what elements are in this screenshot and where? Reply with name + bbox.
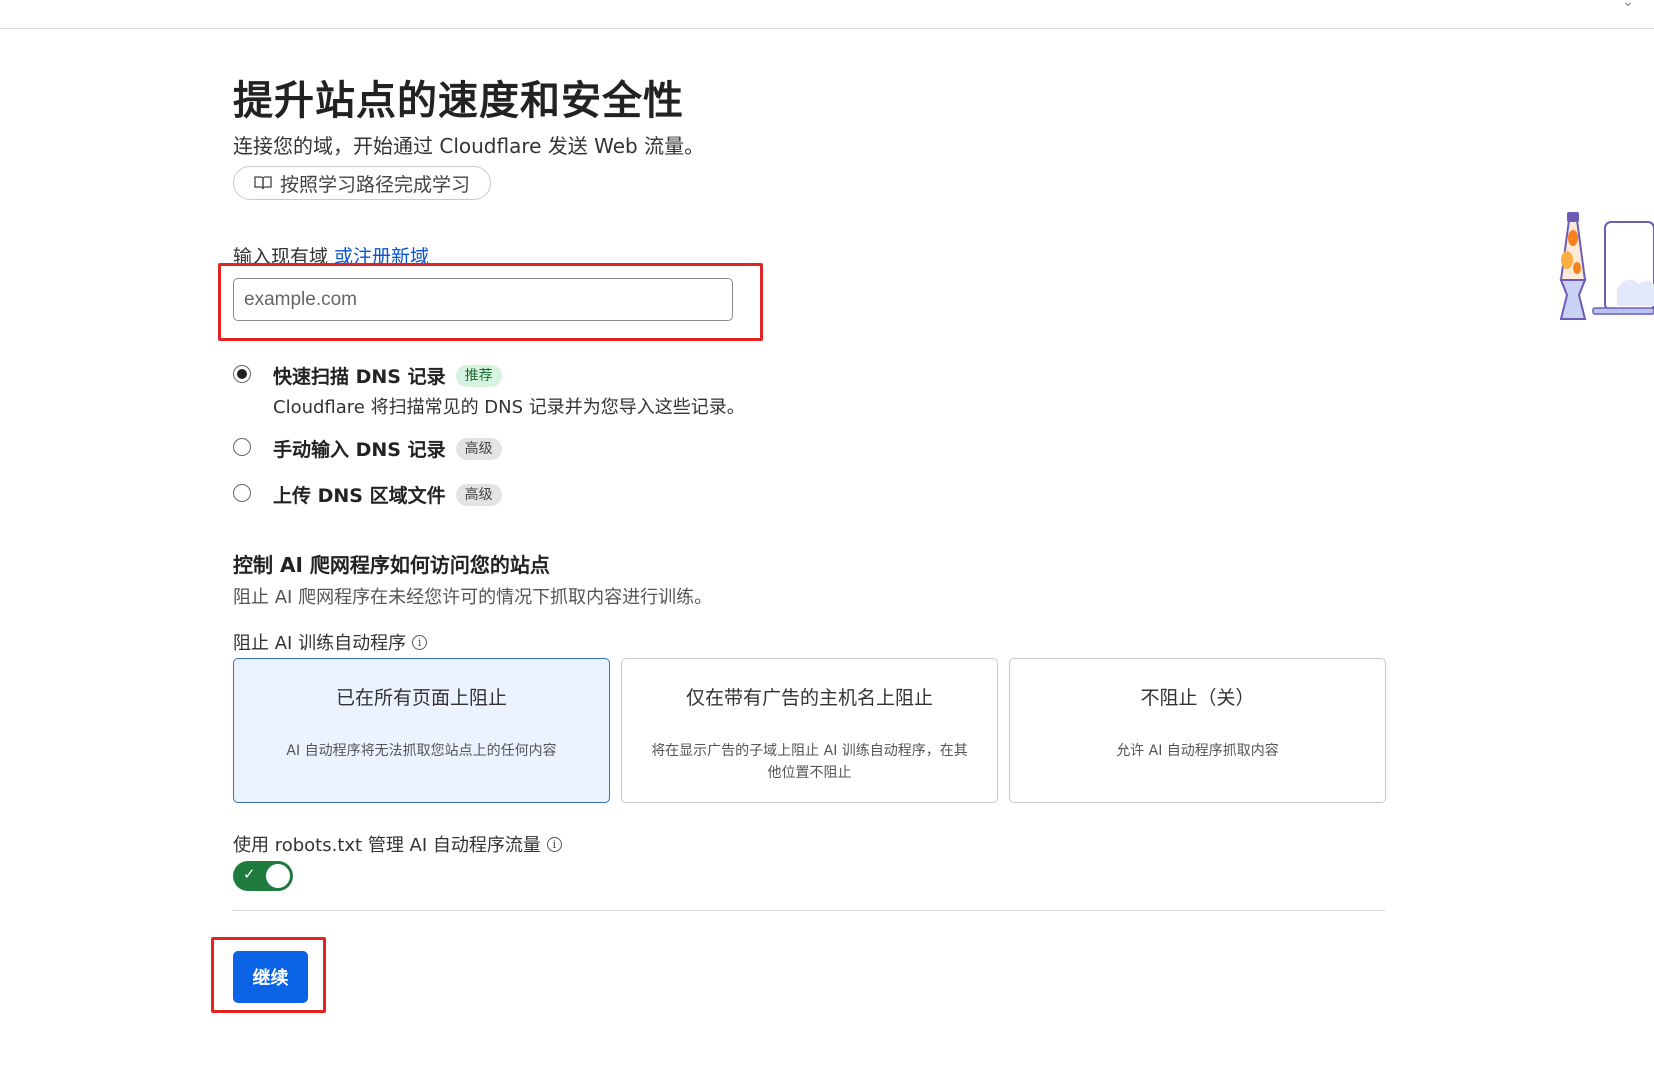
domain-label-text: 输入现有域 xyxy=(233,246,329,268)
dns-option-radio[interactable] xyxy=(233,438,251,456)
page-subtitle: 连接您的域，开始通过 Cloudflare 发送 Web 流量。 xyxy=(233,134,705,158)
learning-path-button[interactable]: 按照学习路径完成学习 xyxy=(233,166,492,200)
ai-block-option-off[interactable]: 不阻止（关） 允许 AI 自动程序抓取内容 xyxy=(1009,658,1386,803)
continue-button[interactable]: 继续 xyxy=(233,951,308,1003)
dns-option-manual[interactable]: 手动输入 DNS 记录 高级 xyxy=(233,435,502,462)
dns-option-radio[interactable] xyxy=(233,365,251,383)
learning-path-label: 按照学习路径完成学习 xyxy=(280,173,471,196)
ai-section-title: 控制 AI 爬网程序如何访问您的站点 xyxy=(233,553,550,577)
card-desc: AI 自动程序将无法抓取您站点上的任何内容 xyxy=(286,743,557,759)
advanced-badge: 高级 xyxy=(455,483,502,506)
top-bar: ⌄ xyxy=(0,0,1654,29)
ai-block-label: 阻止 AI 训练自动程序 i xyxy=(233,629,428,655)
card-title: 已在所有页面上阻止 xyxy=(335,687,507,709)
ai-block-label-text: 阻止 AI 训练自动程序 xyxy=(233,633,407,654)
register-domain-link[interactable]: 或注册新域 xyxy=(334,246,429,268)
robots-toggle[interactable]: ✓ xyxy=(233,861,293,891)
dns-option-quick-scan[interactable]: 快速扫描 DNS 记录 推荐 Cloudflare 将扫描常见的 DNS 记录并… xyxy=(233,362,745,419)
robots-label-text: 使用 robots.txt 管理 AI 自动程序流量 xyxy=(233,835,541,856)
card-title: 不阻止（关） xyxy=(1140,687,1255,709)
check-icon: ✓ xyxy=(243,865,256,883)
ai-block-option-all[interactable]: 已在所有页面上阻止 AI 自动程序将无法抓取您站点上的任何内容 xyxy=(233,658,610,803)
book-icon xyxy=(254,175,272,191)
info-icon[interactable]: i xyxy=(546,836,562,852)
card-title: 仅在带有广告的主机名上阻止 xyxy=(685,687,933,709)
lava-lamp-illustration xyxy=(1555,208,1654,323)
ai-section-desc: 阻止 AI 爬网程序在未经您许可的情况下抓取内容进行训练。 xyxy=(233,587,713,608)
divider xyxy=(233,910,1385,911)
robots-label: 使用 robots.txt 管理 AI 自动程序流量 i xyxy=(233,831,562,857)
dns-option-title: 手动输入 DNS 记录 xyxy=(273,439,446,461)
dns-option-upload[interactable]: 上传 DNS 区域文件 高级 xyxy=(233,481,502,508)
dns-option-title: 快速扫描 DNS 记录 xyxy=(273,366,446,388)
card-desc: 将在显示广告的子域上阻止 AI 训练自动程序，在其他位置不阻止 xyxy=(651,743,968,781)
ai-block-option-ads[interactable]: 仅在带有广告的主机名上阻止 将在显示广告的子域上阻止 AI 训练自动程序，在其他… xyxy=(621,658,998,803)
info-icon[interactable]: i xyxy=(412,634,428,650)
advanced-badge: 高级 xyxy=(455,437,502,460)
domain-label: 输入现有域 或注册新域 xyxy=(233,242,429,269)
domain-input[interactable] xyxy=(233,278,733,321)
toggle-knob xyxy=(266,864,290,888)
page-title: 提升站点的速度和安全性 xyxy=(233,78,684,124)
chevron-down-icon[interactable]: ⌄ xyxy=(1622,0,1634,10)
dns-option-radio[interactable] xyxy=(233,484,251,502)
dns-option-title: 上传 DNS 区域文件 xyxy=(273,485,446,507)
card-desc: 允许 AI 自动程序抓取内容 xyxy=(1116,743,1279,759)
recommended-badge: 推荐 xyxy=(455,364,502,387)
dns-option-desc: Cloudflare 将扫描常见的 DNS 记录并为您导入这些记录。 xyxy=(273,397,745,418)
